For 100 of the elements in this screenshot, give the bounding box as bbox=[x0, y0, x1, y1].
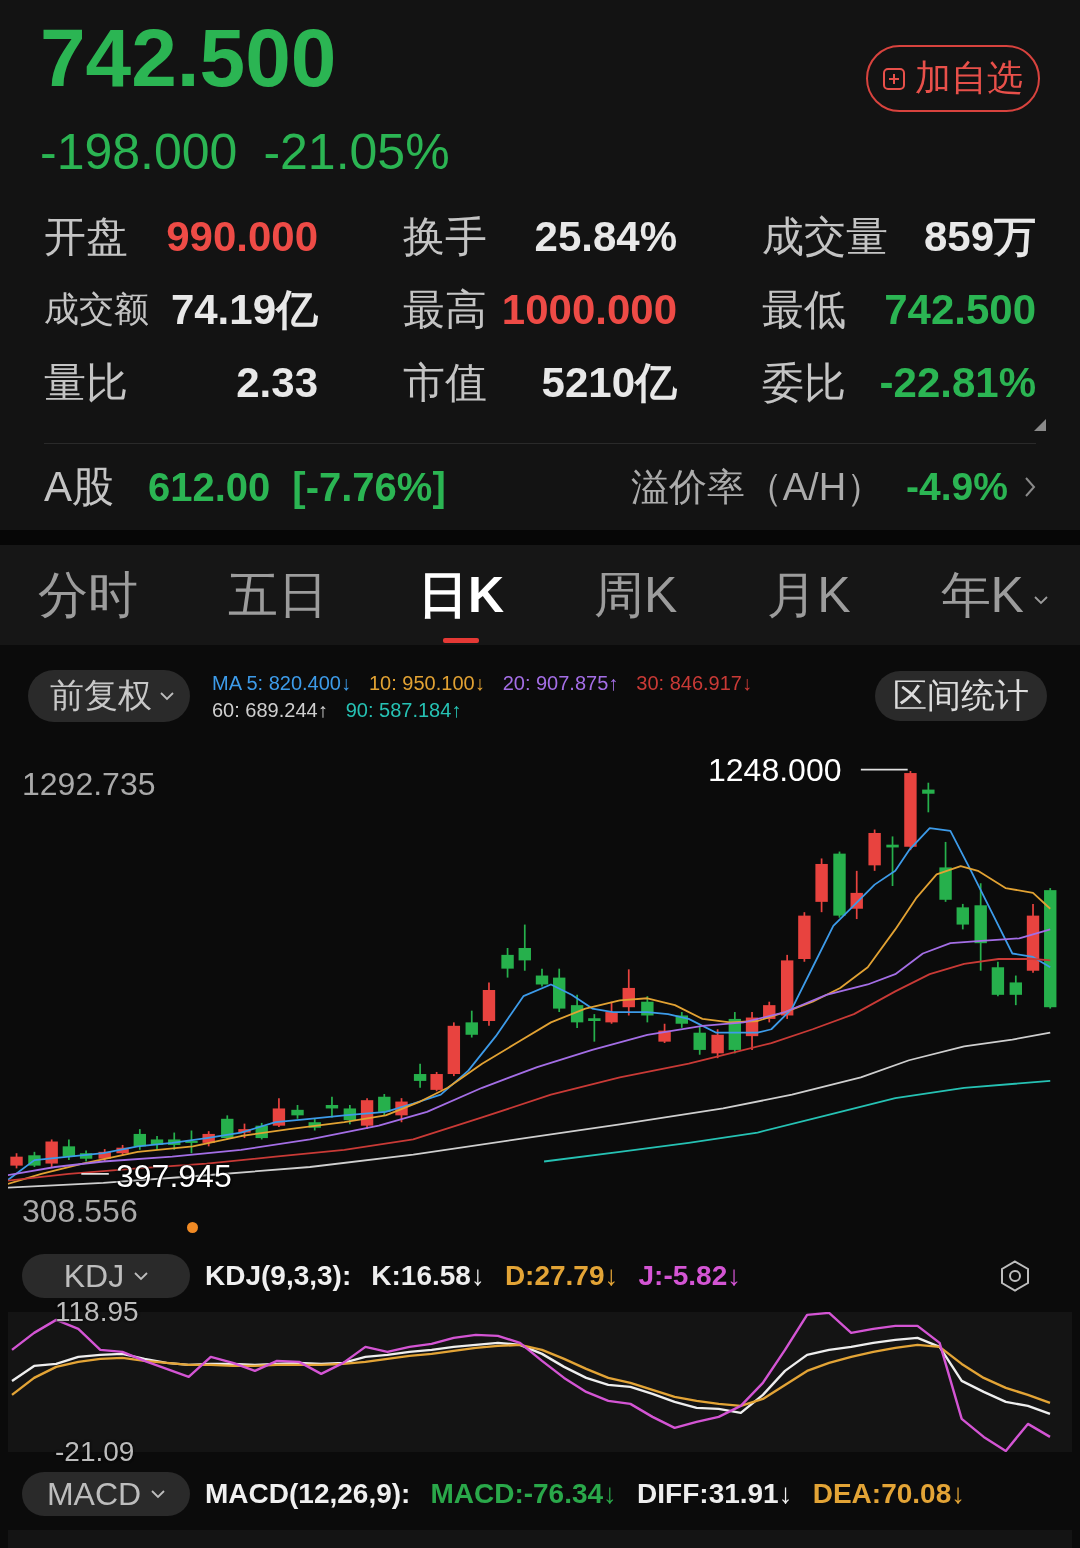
period-tab[interactable]: 周K bbox=[593, 545, 678, 645]
candlestick bbox=[168, 1131, 181, 1151]
candlestick bbox=[1009, 974, 1022, 1006]
leader-line bbox=[860, 768, 909, 771]
candlestick bbox=[202, 1130, 215, 1148]
candlestick bbox=[308, 1117, 321, 1132]
stat-label: 最高 bbox=[403, 284, 487, 335]
premium-label: 溢价率（A/H） bbox=[630, 464, 885, 510]
stat-label: 换手 bbox=[403, 211, 487, 262]
candlestick bbox=[98, 1148, 111, 1163]
plus-square-icon bbox=[883, 67, 905, 90]
period-tab[interactable]: 日K bbox=[417, 545, 504, 645]
add-watchlist-button[interactable]: 加自选 bbox=[866, 45, 1040, 112]
marker-dot-icon bbox=[187, 1222, 198, 1233]
period-tab[interactable]: 年K bbox=[940, 545, 1048, 645]
leader-line bbox=[80, 1173, 110, 1175]
stat-value: 74.19亿 bbox=[170, 284, 318, 335]
stat-label: 委比 bbox=[762, 357, 846, 408]
change-percent: -21.05% bbox=[263, 124, 450, 180]
stat-label: 量比 bbox=[44, 357, 128, 408]
current-price: 742.500 bbox=[40, 13, 338, 103]
candlestick bbox=[150, 1135, 164, 1151]
candlestick bbox=[272, 1097, 286, 1128]
candlestick bbox=[221, 1114, 234, 1141]
candlestick bbox=[185, 1129, 198, 1155]
period-tab[interactable]: 五日 bbox=[227, 545, 328, 645]
candlestick bbox=[553, 967, 566, 1013]
a-share-label: A股 bbox=[44, 462, 114, 512]
stat-value: 990.000 bbox=[166, 212, 318, 261]
candlestick bbox=[833, 850, 846, 919]
stat-value: 1000.000 bbox=[501, 285, 677, 334]
indicator-reading: DEA:70.08↓ bbox=[812, 1478, 966, 1510]
stat-value: 742.500 bbox=[884, 285, 1036, 334]
stat-value: 859万 bbox=[923, 211, 1036, 262]
candlestick bbox=[378, 1093, 391, 1117]
axis-label: 118.95 bbox=[55, 1299, 139, 1325]
candlestick bbox=[535, 967, 549, 988]
candlestick bbox=[815, 857, 828, 914]
period-tab[interactable]: 月K bbox=[767, 545, 851, 645]
candlestick bbox=[868, 828, 881, 872]
chevron-right-icon[interactable] bbox=[1024, 476, 1036, 498]
candlestick bbox=[447, 1021, 461, 1077]
indicator-reading: K:16.58↓ bbox=[371, 1260, 485, 1292]
stat-label: 市值 bbox=[403, 357, 487, 408]
candlestick bbox=[45, 1138, 58, 1168]
candlestick bbox=[465, 1009, 478, 1039]
a-share-price: 612.00 bbox=[148, 464, 271, 510]
candlestick bbox=[798, 911, 811, 963]
candlestick bbox=[675, 1011, 688, 1029]
axis-label: 308.556 bbox=[22, 1195, 138, 1227]
candlestick bbox=[343, 1104, 357, 1126]
indicator-reading: MACD:-76.34↓ bbox=[430, 1478, 618, 1510]
candlestick bbox=[79, 1149, 93, 1163]
axis-label: 1292.735 bbox=[22, 768, 156, 800]
candlestick bbox=[255, 1122, 268, 1141]
period-tab[interactable]: 分时 bbox=[38, 545, 138, 645]
stat-value: -22.81% bbox=[879, 358, 1036, 407]
stat-label: 最低 bbox=[762, 284, 846, 335]
indicator-reading: DIFF:31.91↓ bbox=[637, 1478, 793, 1510]
candlestick bbox=[622, 968, 635, 1017]
candlestick bbox=[360, 1097, 374, 1130]
candlestick bbox=[658, 1022, 671, 1044]
candlestick bbox=[780, 954, 794, 1020]
candlestick bbox=[28, 1151, 41, 1168]
candlestick bbox=[850, 870, 863, 920]
indicator-params: KDJ(9,3,3): bbox=[205, 1260, 352, 1292]
moving-average-value: 30: 846.917↓ bbox=[636, 671, 752, 696]
candlestick bbox=[482, 981, 496, 1027]
candlestick bbox=[956, 903, 969, 931]
high-price-label: 1248.000 bbox=[708, 754, 842, 786]
candlestick bbox=[325, 1095, 339, 1119]
candlestick bbox=[745, 1011, 759, 1051]
indicator-params: MACD(12,26,9): bbox=[205, 1478, 411, 1510]
candlestick bbox=[711, 1028, 724, 1060]
candlestick bbox=[430, 1071, 443, 1093]
settings-icon[interactable] bbox=[1000, 1260, 1030, 1292]
candlestick bbox=[693, 1024, 706, 1056]
candlestick bbox=[763, 1000, 776, 1024]
candlestick bbox=[395, 1097, 408, 1124]
moving-average-value: 10: 950.100↓ bbox=[369, 671, 485, 696]
indicator-dropdown[interactable]: MACD bbox=[22, 1472, 190, 1516]
candlestick bbox=[922, 781, 935, 814]
premium-value: -4.9% bbox=[906, 465, 1008, 509]
stat-value: 25.84% bbox=[534, 212, 677, 261]
moving-average-value: 60: 689.244↑ bbox=[212, 698, 328, 723]
candlestick bbox=[1026, 903, 1040, 974]
range-stats-button[interactable]: 区间统计 bbox=[875, 671, 1047, 721]
candlestick bbox=[62, 1138, 76, 1161]
candlestick bbox=[238, 1122, 251, 1139]
candlestick bbox=[886, 835, 899, 887]
candlestick bbox=[570, 993, 584, 1029]
candlestick bbox=[501, 947, 514, 979]
candlestick bbox=[939, 841, 952, 903]
stat-label: 成交额 bbox=[44, 288, 149, 330]
stat-label: 开盘 bbox=[44, 211, 128, 262]
chevron-down-icon bbox=[160, 691, 174, 701]
indicator-dropdown[interactable]: KDJ bbox=[22, 1254, 190, 1298]
indicator-reading: D:27.79↓ bbox=[504, 1260, 619, 1292]
triangle-icon[interactable] bbox=[1034, 419, 1046, 431]
price-adjust-dropdown[interactable]: 前复权 bbox=[28, 670, 190, 722]
